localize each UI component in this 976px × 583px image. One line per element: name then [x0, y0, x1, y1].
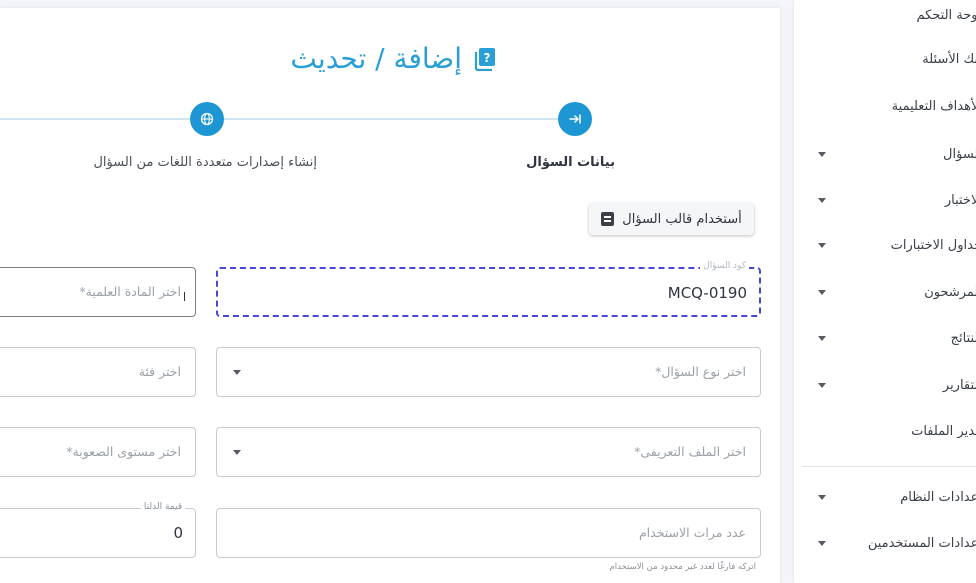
- profile-placeholder: اختر الملف التعريفى*: [634, 444, 746, 459]
- category-select[interactable]: اختر فئة: [0, 347, 196, 397]
- delta-label: قيمة الدلتا: [140, 502, 185, 512]
- template-button-label: أستخدام قالب السؤال: [622, 211, 742, 227]
- profile-select[interactable]: اختر الملف التعريفى*: [216, 427, 761, 477]
- sidebar-item-question[interactable]: السؤال: [794, 141, 976, 171]
- question-code-field[interactable]: كود السؤال MCQ-0190: [216, 261, 761, 317]
- globe-icon: [200, 112, 214, 126]
- step-label-multilang: إنشاء إصدارات متعددة اللغات من السؤال: [93, 155, 317, 170]
- sidebar-item-learning-objectives[interactable]: الأهداف التعليمية: [794, 93, 976, 123]
- question-code-value: MCQ-0190: [667, 284, 747, 302]
- delta-value: 0: [173, 524, 183, 542]
- sidebar-item-candidates[interactable]: المرشحون: [794, 279, 976, 309]
- page-title: ? إضافة / تحديث: [290, 42, 496, 75]
- sidebar-item-results[interactable]: النتائج: [794, 325, 976, 355]
- sidebar-item-label: إعدادات النظام: [900, 490, 976, 505]
- chevron-down-icon: [818, 541, 826, 546]
- delta-input[interactable]: قيمة الدلتا 0: [0, 502, 196, 558]
- chevron-down-icon: [233, 370, 241, 375]
- sidebar-item-system-settings[interactable]: إعدادات النظام: [794, 484, 976, 514]
- sidebar-item-label: الأهداف التعليمية: [891, 99, 976, 114]
- sidebar-item-label: بنك الأسئلة: [922, 52, 976, 67]
- step-label-question-data: بيانات السؤال: [526, 155, 615, 170]
- sidebar-item-label: التقارير: [942, 378, 976, 393]
- stepper-line-left: [0, 118, 190, 120]
- chevron-down-icon: [233, 450, 241, 455]
- chevron-down-icon: [818, 290, 826, 295]
- sidebar-divider: [802, 466, 976, 467]
- chevron-down-icon: [818, 495, 826, 500]
- subject-select[interactable]: اختر المادة العلمية*: [0, 267, 196, 317]
- arrow-right-to-line-icon: [569, 114, 581, 124]
- sidebar-item-exam-schedules[interactable]: جداول الاختبارات: [794, 232, 976, 262]
- step-multilang[interactable]: [190, 102, 224, 136]
- sidebar-item-exam[interactable]: الاختبار: [794, 187, 976, 217]
- sidebar-item-label: لوحة التحكم: [916, 8, 976, 23]
- text-cursor: [184, 292, 185, 301]
- chevron-down-icon: [818, 152, 826, 157]
- sidebar-item-dashboard[interactable]: لوحة التحكم: [794, 2, 976, 32]
- subject-placeholder: اختر المادة العلمية*: [79, 284, 181, 299]
- page-title-text: إضافة / تحديث: [290, 42, 462, 75]
- chevron-down-icon: [818, 243, 826, 248]
- chevron-down-icon: [818, 336, 826, 341]
- sidebar-item-label: الاختبار: [944, 193, 976, 208]
- usage-count-placeholder: عدد مرات الاستخدام: [638, 525, 746, 540]
- sidebar-item-label: إعدادات المستخدمين: [867, 536, 976, 551]
- difficulty-placeholder: اختر مستوى الصعوبة*: [66, 444, 181, 459]
- step-question-data[interactable]: [558, 102, 592, 136]
- sidebar-item-reports[interactable]: التقارير: [794, 372, 976, 402]
- question-type-placeholder: اختر نوع السؤال*: [655, 364, 746, 379]
- sidebar-item-label: المرشحون: [924, 285, 976, 300]
- sidebar-item-user-settings[interactable]: إعدادات المستخدمين: [794, 530, 976, 560]
- usage-count-hint: اتركه فارغًا لعدد غير محدود من الاستخدام: [609, 562, 756, 572]
- sidebar-item-label: النتائج: [950, 331, 976, 346]
- sidebar-item-question-bank[interactable]: بنك الأسئلة: [794, 46, 976, 76]
- question-type-select[interactable]: اختر نوع السؤال*: [216, 347, 761, 397]
- sidebar: لوحة التحكم بنك الأسئلة الأهداف التعليمي…: [794, 0, 976, 583]
- document-icon: [601, 212, 615, 226]
- use-template-button[interactable]: أستخدام قالب السؤال: [589, 203, 754, 235]
- sidebar-item-label: جداول الاختبارات: [890, 238, 976, 253]
- stepper-line-middle: [224, 118, 558, 120]
- question-book-icon: ?: [474, 47, 496, 71]
- sidebar-item-file-manager[interactable]: مدير الملفات: [794, 418, 976, 448]
- usage-count-input[interactable]: عدد مرات الاستخدام: [216, 508, 761, 558]
- svg-text:?: ?: [484, 51, 491, 65]
- category-placeholder: اختر فئة: [138, 364, 181, 379]
- question-code-label: كود السؤال: [700, 261, 749, 271]
- sidebar-item-label: السؤال: [943, 147, 976, 162]
- chevron-down-icon: [818, 383, 826, 388]
- chevron-down-icon: [818, 198, 826, 203]
- sidebar-item-label: مدير الملفات: [911, 424, 976, 439]
- difficulty-select[interactable]: اختر مستوى الصعوبة*: [0, 427, 196, 477]
